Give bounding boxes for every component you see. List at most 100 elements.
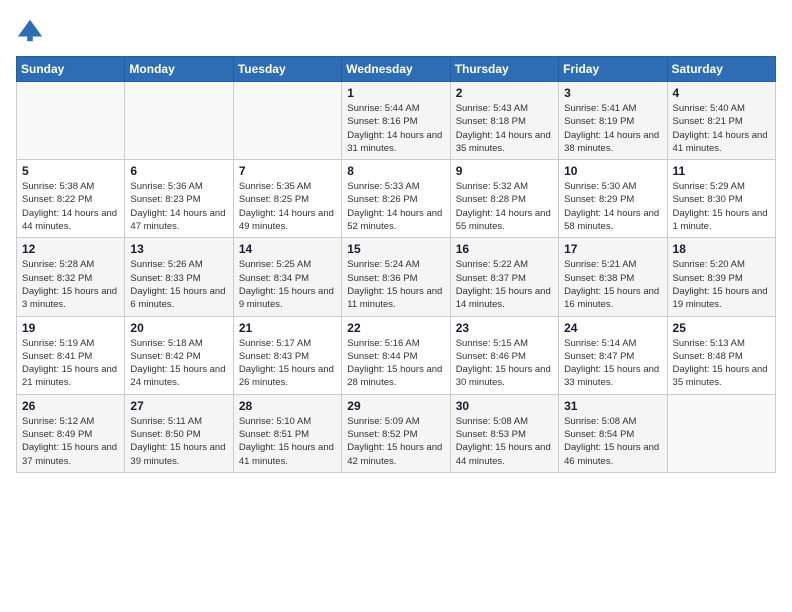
day-info: Sunrise: 5:09 AMSunset: 8:52 PMDaylight:… xyxy=(347,415,444,468)
day-number: 7 xyxy=(239,164,336,178)
day-info: Sunrise: 5:15 AMSunset: 8:46 PMDaylight:… xyxy=(456,337,553,390)
day-info: Sunrise: 5:11 AMSunset: 8:50 PMDaylight:… xyxy=(130,415,227,468)
day-cell: 7 Sunrise: 5:35 AMSunset: 8:25 PMDaylight… xyxy=(233,160,341,238)
day-info: Sunrise: 5:40 AMSunset: 8:21 PMDaylight:… xyxy=(673,102,770,155)
day-number: 12 xyxy=(22,242,119,256)
day-info: Sunrise: 5:41 AMSunset: 8:19 PMDaylight:… xyxy=(564,102,661,155)
day-info: Sunrise: 5:08 AMSunset: 8:53 PMDaylight:… xyxy=(456,415,553,468)
day-info: Sunrise: 5:38 AMSunset: 8:22 PMDaylight:… xyxy=(22,180,119,233)
day-info: Sunrise: 5:29 AMSunset: 8:30 PMDaylight:… xyxy=(673,180,770,233)
weekday-header-wednesday: Wednesday xyxy=(342,57,450,82)
day-cell xyxy=(233,82,341,160)
day-cell xyxy=(17,82,125,160)
day-cell: 21 Sunrise: 5:17 AMSunset: 8:43 PMDayligh… xyxy=(233,316,341,394)
day-cell: 2 Sunrise: 5:43 AMSunset: 8:18 PMDaylight… xyxy=(450,82,558,160)
day-cell: 16 Sunrise: 5:22 AMSunset: 8:37 PMDayligh… xyxy=(450,238,558,316)
day-number: 5 xyxy=(22,164,119,178)
weekday-header-row: SundayMondayTuesdayWednesdayThursdayFrid… xyxy=(17,57,776,82)
day-info: Sunrise: 5:28 AMSunset: 8:32 PMDaylight:… xyxy=(22,258,119,311)
day-number: 27 xyxy=(130,399,227,413)
day-info: Sunrise: 5:22 AMSunset: 8:37 PMDaylight:… xyxy=(456,258,553,311)
day-cell: 25 Sunrise: 5:13 AMSunset: 8:48 PMDayligh… xyxy=(667,316,775,394)
day-cell: 10 Sunrise: 5:30 AMSunset: 8:29 PMDayligh… xyxy=(559,160,667,238)
calendar: SundayMondayTuesdayWednesdayThursdayFrid… xyxy=(16,56,776,473)
day-number: 8 xyxy=(347,164,444,178)
week-row-1: 1 Sunrise: 5:44 AMSunset: 8:16 PMDaylight… xyxy=(17,82,776,160)
day-number: 9 xyxy=(456,164,553,178)
day-cell xyxy=(667,394,775,472)
day-info: Sunrise: 5:17 AMSunset: 8:43 PMDaylight:… xyxy=(239,337,336,390)
day-cell: 8 Sunrise: 5:33 AMSunset: 8:26 PMDaylight… xyxy=(342,160,450,238)
day-number: 4 xyxy=(673,86,770,100)
day-cell: 17 Sunrise: 5:21 AMSunset: 8:38 PMDayligh… xyxy=(559,238,667,316)
weekday-header-friday: Friday xyxy=(559,57,667,82)
day-cell: 28 Sunrise: 5:10 AMSunset: 8:51 PMDayligh… xyxy=(233,394,341,472)
day-info: Sunrise: 5:24 AMSunset: 8:36 PMDaylight:… xyxy=(347,258,444,311)
day-cell: 12 Sunrise: 5:28 AMSunset: 8:32 PMDayligh… xyxy=(17,238,125,316)
day-number: 2 xyxy=(456,86,553,100)
day-info: Sunrise: 5:36 AMSunset: 8:23 PMDaylight:… xyxy=(130,180,227,233)
day-cell: 29Sunrise: 5:09 AMSunset: 8:52 PMDayligh… xyxy=(342,394,450,472)
day-cell: 9 Sunrise: 5:32 AMSunset: 8:28 PMDaylight… xyxy=(450,160,558,238)
day-info: Sunrise: 5:10 AMSunset: 8:51 PMDaylight:… xyxy=(239,415,336,468)
day-number: 15 xyxy=(347,242,444,256)
day-cell: 15 Sunrise: 5:24 AMSunset: 8:36 PMDayligh… xyxy=(342,238,450,316)
day-info: Sunrise: 5:26 AMSunset: 8:33 PMDaylight:… xyxy=(130,258,227,311)
day-number: 24 xyxy=(564,321,661,335)
day-info: Sunrise: 5:20 AMSunset: 8:39 PMDaylight:… xyxy=(673,258,770,311)
day-info: Sunrise: 5:25 AMSunset: 8:34 PMDaylight:… xyxy=(239,258,336,311)
day-number: 18 xyxy=(673,242,770,256)
day-cell: 5 Sunrise: 5:38 AMSunset: 8:22 PMDaylight… xyxy=(17,160,125,238)
day-number: 3 xyxy=(564,86,661,100)
day-info: Sunrise: 5:14 AMSunset: 8:47 PMDaylight:… xyxy=(564,337,661,390)
day-number: 21 xyxy=(239,321,336,335)
day-info: Sunrise: 5:43 AMSunset: 8:18 PMDaylight:… xyxy=(456,102,553,155)
weekday-header-monday: Monday xyxy=(125,57,233,82)
day-cell: 3 Sunrise: 5:41 AMSunset: 8:19 PMDaylight… xyxy=(559,82,667,160)
day-cell: 20Sunrise: 5:18 AMSunset: 8:42 PMDayligh… xyxy=(125,316,233,394)
day-cell: 23 Sunrise: 5:15 AMSunset: 8:46 PMDayligh… xyxy=(450,316,558,394)
day-cell: 14Sunrise: 5:25 AMSunset: 8:34 PMDayligh… xyxy=(233,238,341,316)
day-info: Sunrise: 5:33 AMSunset: 8:26 PMDaylight:… xyxy=(347,180,444,233)
day-info: Sunrise: 5:30 AMSunset: 8:29 PMDaylight:… xyxy=(564,180,661,233)
week-row-2: 5 Sunrise: 5:38 AMSunset: 8:22 PMDaylight… xyxy=(17,160,776,238)
day-cell: 26Sunrise: 5:12 AMSunset: 8:49 PMDayligh… xyxy=(17,394,125,472)
day-number: 11 xyxy=(673,164,770,178)
day-info: Sunrise: 5:19 AMSunset: 8:41 PMDaylight:… xyxy=(22,337,119,390)
day-info: Sunrise: 5:12 AMSunset: 8:49 PMDaylight:… xyxy=(22,415,119,468)
day-number: 17 xyxy=(564,242,661,256)
day-info: Sunrise: 5:44 AMSunset: 8:16 PMDaylight:… xyxy=(347,102,444,155)
weekday-header-sunday: Sunday xyxy=(17,57,125,82)
day-number: 19 xyxy=(22,321,119,335)
day-cell: 11 Sunrise: 5:29 AMSunset: 8:30 PMDayligh… xyxy=(667,160,775,238)
day-cell: 22Sunrise: 5:16 AMSunset: 8:44 PMDayligh… xyxy=(342,316,450,394)
weekday-header-tuesday: Tuesday xyxy=(233,57,341,82)
day-number: 25 xyxy=(673,321,770,335)
week-row-5: 26Sunrise: 5:12 AMSunset: 8:49 PMDayligh… xyxy=(17,394,776,472)
day-number: 23 xyxy=(456,321,553,335)
day-cell: 27 Sunrise: 5:11 AMSunset: 8:50 PMDayligh… xyxy=(125,394,233,472)
day-info: Sunrise: 5:32 AMSunset: 8:28 PMDaylight:… xyxy=(456,180,553,233)
day-cell: 18 Sunrise: 5:20 AMSunset: 8:39 PMDayligh… xyxy=(667,238,775,316)
header xyxy=(16,16,776,44)
day-number: 30 xyxy=(456,399,553,413)
day-info: Sunrise: 5:21 AMSunset: 8:38 PMDaylight:… xyxy=(564,258,661,311)
logo xyxy=(16,16,48,44)
day-number: 1 xyxy=(347,86,444,100)
day-cell xyxy=(125,82,233,160)
day-info: Sunrise: 5:13 AMSunset: 8:48 PMDaylight:… xyxy=(673,337,770,390)
day-info: Sunrise: 5:08 AMSunset: 8:54 PMDaylight:… xyxy=(564,415,661,468)
week-row-3: 12 Sunrise: 5:28 AMSunset: 8:32 PMDayligh… xyxy=(17,238,776,316)
weekday-header-thursday: Thursday xyxy=(450,57,558,82)
day-cell: 13Sunrise: 5:26 AMSunset: 8:33 PMDayligh… xyxy=(125,238,233,316)
day-cell: 6Sunrise: 5:36 AMSunset: 8:23 PMDaylight… xyxy=(125,160,233,238)
day-cell: 19 Sunrise: 5:19 AMSunset: 8:41 PMDayligh… xyxy=(17,316,125,394)
day-cell: 1 Sunrise: 5:44 AMSunset: 8:16 PMDaylight… xyxy=(342,82,450,160)
day-number: 10 xyxy=(564,164,661,178)
day-info: Sunrise: 5:35 AMSunset: 8:25 PMDaylight:… xyxy=(239,180,336,233)
day-number: 28 xyxy=(239,399,336,413)
day-number: 16 xyxy=(456,242,553,256)
day-cell: 30 Sunrise: 5:08 AMSunset: 8:53 PMDayligh… xyxy=(450,394,558,472)
day-cell: 31Sunrise: 5:08 AMSunset: 8:54 PMDayligh… xyxy=(559,394,667,472)
day-number: 20 xyxy=(130,321,227,335)
